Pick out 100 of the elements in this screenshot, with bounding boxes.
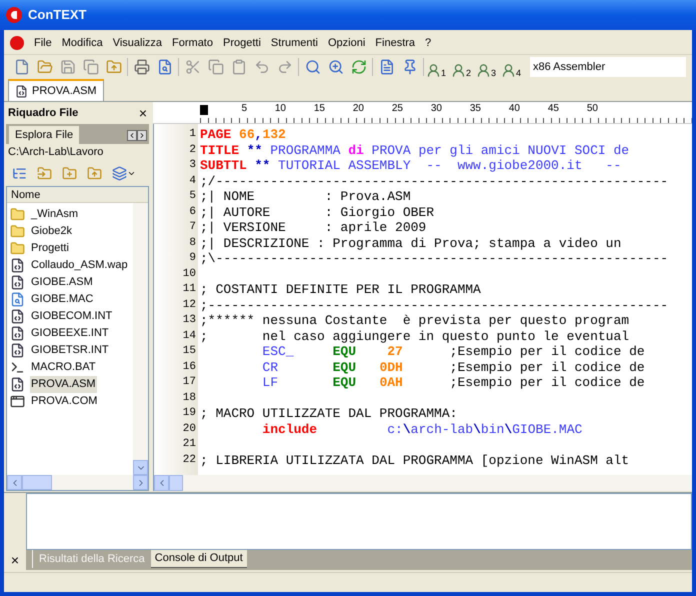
line-number: 8 (188, 236, 197, 250)
ruler-label: 50 (586, 102, 598, 116)
explorer-entry[interactable]: PROVA.ASM (30, 376, 97, 393)
menu-item[interactable]: Visualizza (108, 34, 166, 52)
explorer-entry[interactable]: Progetti (30, 240, 70, 257)
explorer-entry[interactable]: GIOBE.MAC (30, 291, 94, 308)
window-title: ConTEXT (28, 6, 86, 24)
menu-item[interactable]: ? (421, 34, 436, 52)
app-logo-icon (6, 7, 22, 23)
app-logo-icon[interactable] (10, 36, 24, 50)
folder-icon (10, 241, 25, 256)
code-line: SUBTTL ** TUTORIAL ASSEMBLY -- www.giobe2000.it -- (200, 158, 622, 173)
code-line: ; COSTANTI DEFINITE PER IL PROGRAMMA (200, 282, 481, 297)
code-line: ;/---------------------------------------------------------- (200, 174, 668, 188)
explorer-entry[interactable]: PROVA.COM (30, 393, 98, 410)
document-tab[interactable]: PROVA.ASM (8, 79, 104, 101)
panel-tab[interactable]: Esplora File (9, 126, 80, 144)
code-line: ;| DESCRIZIONE : Programma di Prova; stampa a video un (200, 236, 622, 250)
file-icon (10, 258, 25, 273)
code-line: ;----------------------------------------------------------- (200, 298, 668, 312)
folder-path: C:\Arch-Lab\Lavoro (7, 145, 104, 160)
code-line: ;| NOME : Prova.ASM (200, 189, 411, 204)
line-number: 17 (182, 375, 197, 390)
code-line: LF EQU 0AH ;Esempio per il codice de (261, 375, 645, 390)
code-line: ;\---------------------------------------------------------- (200, 251, 668, 266)
explorer-entry[interactable]: GIOBECOM.INT (30, 308, 114, 325)
explorer-entry[interactable]: Collaudo_ASM.wap (30, 257, 129, 274)
line-number: 6 (188, 204, 197, 220)
file-icon (10, 377, 25, 392)
menu-item[interactable]: Progetti (219, 34, 265, 52)
line-number: 9 (188, 251, 197, 266)
line-number: 7 (188, 220, 197, 235)
line-number: 12 (182, 298, 197, 312)
user-tool-button[interactable]: 1 (426, 56, 451, 78)
close-button[interactable]: × (138, 106, 147, 120)
code-line: ;| VERSIONE : aprile 2009 (200, 220, 426, 235)
scroll-thumb[interactable] (169, 475, 183, 491)
scroll-right-icon[interactable] (137, 130, 147, 141)
code-line: include c:\arch-lab\bin\GIOBE.MAC (261, 422, 582, 436)
code-line: ;****** nessuna Costante è prevista per questo program (200, 313, 630, 328)
file-icon (10, 343, 25, 358)
line-number: 2 (188, 142, 197, 158)
panel-title: Riquadro File (8, 106, 78, 121)
code-line: ; MACRO UTILIZZATE DAL PROGRAMMA: (200, 406, 458, 421)
code-line: PAGE 66,132 (200, 127, 286, 142)
code-line: TITLE ** PROGRAMMA di PROVA per gli amici NUOVI SOCI de (200, 142, 630, 158)
line-number: 16 (182, 360, 197, 374)
line-number: 21 (182, 437, 197, 452)
menu-item[interactable]: Modifica (58, 34, 107, 52)
highlighter-select[interactable]: x86 Assembler (530, 57, 686, 77)
file-icon (15, 84, 28, 98)
line-number: 22 (182, 452, 197, 468)
menu-item[interactable]: Finestra (371, 34, 420, 52)
ruler-marker[interactable] (200, 105, 208, 115)
ruler-label: 5 (240, 102, 247, 116)
line-number: 4 (188, 174, 197, 188)
view-menu-icon[interactable] (112, 166, 136, 180)
code-line: ESC_ EQU 27 ;Esempio per il codice de (261, 344, 645, 359)
person-icon (451, 63, 466, 78)
ruler-label: 10 (274, 102, 286, 116)
ruler-label: 25 (390, 102, 403, 116)
line-number: 1 (188, 127, 197, 142)
ruler-label: 40 (508, 102, 520, 116)
person-icon (426, 63, 441, 78)
close-button[interactable]: × (4, 553, 26, 567)
explorer-entry[interactable]: Giobe2k (30, 223, 73, 240)
ruler-label: 15 (312, 102, 325, 116)
file-icon (10, 309, 25, 324)
scroll-thumb[interactable] (22, 475, 52, 490)
folder-icon (10, 224, 25, 239)
line-number: 14 (182, 328, 197, 344)
file-icon (10, 326, 25, 341)
line-number: 15 (182, 344, 197, 359)
code-line: ; nel caso aggiungere in questo punto le eventual (200, 328, 630, 344)
line-number: 10 (182, 266, 197, 282)
folder-icon (10, 207, 25, 222)
window-icon (10, 394, 25, 409)
explorer-entry[interactable]: GIOBEEXE.INT (30, 325, 110, 342)
column-header[interactable]: Nome (7, 187, 148, 203)
ruler-label: 35 (468, 102, 481, 116)
user-tool-button[interactable]: 4 (501, 56, 526, 78)
menu-item[interactable]: Strumenti (266, 34, 322, 52)
person-icon (501, 63, 516, 78)
explorer-entry[interactable]: GIOBETSR.INT (30, 342, 110, 359)
code-line: ; LIBRERIA UTILIZZATA DAL PROGRAMMA [opzione WinASM alt (200, 452, 630, 468)
user-tool-button[interactable]: 2 (451, 56, 476, 78)
output-tab[interactable]: Console di Output (150, 550, 247, 568)
menu-item[interactable]: Opzioni (324, 34, 370, 52)
menu-item[interactable]: File (30, 34, 56, 52)
line-number: 3 (188, 158, 197, 173)
user-tool-button[interactable]: 3 (476, 56, 501, 78)
scroll-left-icon[interactable] (127, 130, 137, 141)
explorer-entry[interactable]: GIOBE.ASM (30, 274, 94, 291)
menu-item[interactable]: Formato (168, 34, 217, 52)
person-icon (476, 63, 491, 78)
explorer-entry[interactable]: _WinAsm (30, 206, 80, 223)
explorer-entry[interactable]: MACRO.BAT (30, 359, 97, 376)
line-number: 20 (182, 422, 197, 436)
file-icon (10, 292, 25, 307)
line-number: 11 (182, 282, 197, 297)
